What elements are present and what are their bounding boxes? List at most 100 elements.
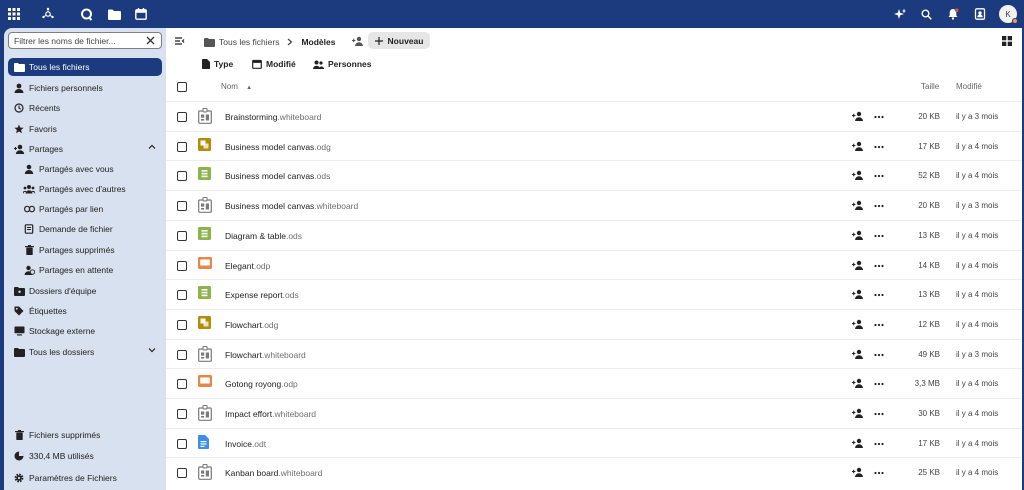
filter-people[interactable]: Personnes <box>313 57 371 71</box>
nav-personal-files[interactable]: Fichiers personnels <box>8 79 162 97</box>
more-actions-icon[interactable] <box>874 260 886 272</box>
breadcrumb-current[interactable]: Modèles <box>301 37 335 47</box>
table-row[interactable]: Business model canvas.odg 17 KB il y a 4 m… <box>166 130 1022 161</box>
more-actions-icon[interactable] <box>874 319 886 331</box>
table-row[interactable]: Flowchart.whiteboard 49 KB il y a 3 mois <box>166 338 1022 369</box>
file-name[interactable]: Brainstorming.whiteboard <box>225 112 321 122</box>
assistant-icon[interactable] <box>892 6 908 22</box>
share-icon[interactable] <box>852 349 864 361</box>
table-row[interactable]: Flowchart.odg 12 KB il y a 4 mois <box>166 308 1022 339</box>
more-actions-icon[interactable] <box>874 378 886 390</box>
row-checkbox[interactable] <box>177 260 187 271</box>
dashboard-icon[interactable] <box>40 6 56 22</box>
nav-external-storage[interactable]: Stockage externe <box>8 322 162 340</box>
nav-team-folders[interactable]: Dossiers d'équipe <box>8 282 162 300</box>
row-checkbox[interactable] <box>177 438 187 449</box>
table-row[interactable]: Impact effort.whiteboard 30 KB il y a 4 mo… <box>166 398 1022 428</box>
nav-pending-shares[interactable]: Partages en attente <box>8 261 162 279</box>
row-checkbox[interactable] <box>177 230 187 241</box>
share-icon[interactable] <box>852 467 864 479</box>
nav-shared-with-you[interactable]: Partagés avec vous <box>8 160 162 178</box>
filter-input[interactable]: Filtrer les noms de fichier... <box>8 32 162 49</box>
file-name[interactable]: Kanban board.whiteboard <box>225 468 322 478</box>
file-name[interactable]: Business model canvas.odg <box>225 142 331 152</box>
file-name[interactable]: Impact effort.whiteboard <box>225 409 316 419</box>
more-actions-icon[interactable] <box>874 230 886 242</box>
share-icon[interactable] <box>852 319 864 331</box>
new-button[interactable]: Nouveau <box>368 32 430 49</box>
more-actions-icon[interactable] <box>874 170 886 182</box>
table-row[interactable]: Expense report.ods 13 KB il y a 4 mois <box>166 279 1022 309</box>
apps-grid-icon[interactable] <box>6 6 22 22</box>
row-checkbox[interactable] <box>177 319 187 330</box>
toggle-sidebar-icon[interactable] <box>175 36 185 48</box>
file-name[interactable]: Business model canvas.ods <box>225 171 330 181</box>
more-actions-icon[interactable] <box>874 289 886 301</box>
share-icon[interactable] <box>852 260 864 272</box>
more-actions-icon[interactable] <box>874 467 886 479</box>
table-row[interactable]: Business model canvas.whiteboard 20 KB il … <box>166 190 1022 220</box>
calendar-icon[interactable] <box>133 6 149 22</box>
user-avatar[interactable]: K <box>999 5 1018 24</box>
nav-file-request[interactable]: Demande de fichier <box>8 220 162 238</box>
nav-favorites[interactable]: Favoris <box>8 120 162 138</box>
share-icon[interactable] <box>852 200 864 212</box>
chevron-down-icon[interactable] <box>148 346 156 356</box>
select-all-checkbox[interactable] <box>177 82 187 92</box>
filter-modified[interactable]: Modifié <box>252 57 296 71</box>
clear-filter-icon[interactable] <box>146 34 157 46</box>
row-checkbox[interactable] <box>177 468 187 479</box>
file-name[interactable]: Business model canvas.whiteboard <box>225 201 358 211</box>
notifications-icon[interactable] <box>945 6 961 22</box>
more-actions-icon[interactable] <box>874 141 886 153</box>
row-checkbox[interactable] <box>177 171 187 182</box>
file-name[interactable]: Diagram & table.ods <box>225 231 302 241</box>
files-icon[interactable] <box>106 6 122 22</box>
more-actions-icon[interactable] <box>874 438 886 450</box>
nav-shared-by-link[interactable]: Partagés par lien <box>8 200 162 218</box>
row-checkbox[interactable] <box>177 379 187 390</box>
nav-files-settings[interactable]: Paramètres de Fichiers <box>8 469 162 487</box>
more-actions-icon[interactable] <box>874 349 886 361</box>
file-name[interactable]: Invoice.odt <box>225 439 266 449</box>
table-row[interactable]: Brainstorming.whiteboard 20 KB il y a 3 mo… <box>166 101 1022 131</box>
contacts-icon[interactable] <box>972 6 988 22</box>
row-checkbox[interactable] <box>177 112 187 122</box>
more-actions-icon[interactable] <box>874 408 886 420</box>
share-icon[interactable] <box>852 289 864 301</box>
nav-shared-with-others[interactable]: Partagés avec d'autres <box>8 180 162 198</box>
grid-view-icon[interactable] <box>1002 36 1012 48</box>
nav-deleted-files[interactable]: Fichiers supprimés <box>8 426 162 444</box>
share-icon[interactable] <box>852 408 864 420</box>
column-size[interactable]: Taille <box>921 82 939 91</box>
file-name[interactable]: Elegant.odp <box>225 261 270 271</box>
more-actions-icon[interactable] <box>874 111 886 123</box>
activity-icon[interactable] <box>78 6 94 22</box>
nav-all-files[interactable]: Tous les fichiers <box>8 58 162 76</box>
breadcrumb-root[interactable]: Tous les fichiers <box>219 37 279 47</box>
nav-deleted-shares[interactable]: Partages supprimés <box>8 241 162 259</box>
share-icon[interactable] <box>852 378 864 390</box>
share-icon[interactable] <box>852 111 864 123</box>
share-folder-icon[interactable] <box>352 36 364 48</box>
table-row[interactable]: Elegant.odp 14 KB il y a 4 mois <box>166 249 1022 280</box>
file-name[interactable]: Gotong royong.odp <box>225 379 298 389</box>
table-row[interactable]: Business model canvas.ods 52 KB il y a 4 m… <box>166 160 1022 190</box>
nav-tags[interactable]: Étiquettes <box>8 302 162 320</box>
share-icon[interactable] <box>852 438 864 450</box>
share-icon[interactable] <box>852 230 864 242</box>
column-name[interactable]: Nom ▲ <box>221 82 252 91</box>
table-row[interactable]: Gotong royong.odp 3,3 MB il y a 4 mois <box>166 368 1022 398</box>
row-checkbox[interactable] <box>177 201 187 212</box>
chevron-up-icon[interactable] <box>148 143 156 153</box>
column-modified[interactable]: Modifié <box>956 82 982 91</box>
row-checkbox[interactable] <box>177 141 187 152</box>
filter-type[interactable]: Type <box>202 57 233 71</box>
file-name[interactable]: Flowchart.whiteboard <box>225 350 306 360</box>
row-checkbox[interactable] <box>177 409 187 419</box>
table-row[interactable]: Kanban board.whiteboard 25 KB il y a 4 moi… <box>166 457 1022 487</box>
nav-recent[interactable]: Récents <box>8 99 162 117</box>
storage-quota[interactable]: 330,4 MB utilisés <box>8 447 162 465</box>
file-name[interactable]: Flowchart.odg <box>225 320 278 330</box>
table-row[interactable]: Diagram & table.ods 13 KB il y a 4 mois <box>166 219 1022 250</box>
